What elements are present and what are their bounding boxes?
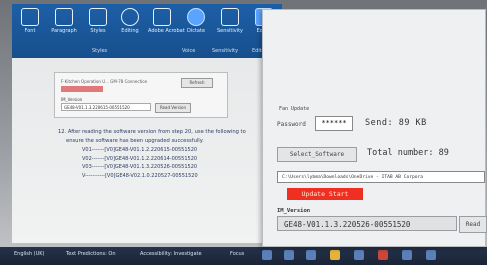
- version-field[interactable]: GE48-V01.1.3.220526-00551520: [277, 216, 457, 231]
- list-item: V01-------[V0]GE48-V01.1.2.220615-005515…: [82, 147, 198, 153]
- group-title: Fan Update: [279, 106, 310, 112]
- file-path-field[interactable]: C:\Users\lybma\Downloads\OneDrive - ITAB…: [277, 171, 485, 183]
- password-field[interactable]: ******: [315, 116, 353, 131]
- embedded-version-field: GE48-V01.1.3.220615-00551520: [61, 103, 151, 111]
- ribbon-group-sensitivity: Sensitivity: [212, 48, 239, 54]
- list-item: V-----------[V0]GE48-V02.1.0.220527-0055…: [82, 172, 198, 179]
- update-start-button[interactable]: Update Start: [287, 188, 363, 200]
- version-list: V01-------[V0]GE48-V01.1.2.220615-005515…: [82, 146, 198, 180]
- taskbar-app-icon[interactable]: [426, 250, 436, 260]
- taskbar-app-icon[interactable]: [284, 250, 294, 260]
- status-focus[interactable]: Focus: [230, 251, 244, 257]
- search-icon: [121, 8, 139, 26]
- font-icon: [21, 8, 39, 26]
- ribbon-font-button[interactable]: Font: [16, 8, 44, 34]
- acrobat-icon: [153, 8, 171, 26]
- taskbar-app-icon[interactable]: [378, 250, 388, 260]
- embedded-read-button: Read Version: [155, 103, 191, 113]
- select-software-button[interactable]: Select_Software: [277, 147, 357, 162]
- taskbar-app-icon[interactable]: [306, 250, 316, 260]
- sensitivity-icon: [221, 8, 239, 26]
- embedded-refresh-button: Refresh: [181, 78, 213, 88]
- list-item: V02-------[V0]GE48-V01.1.2.220614-005515…: [82, 155, 198, 162]
- step-instruction: 12. After reading the software version f…: [58, 129, 246, 144]
- folder-icon[interactable]: [330, 250, 340, 260]
- taskbar-app-icon[interactable]: [402, 250, 412, 260]
- status-text-predictions[interactable]: Text Predictions: On: [66, 251, 116, 257]
- ribbon-group-voice: Voice: [182, 48, 196, 54]
- ribbon-paragraph-button[interactable]: Paragraph: [50, 8, 78, 34]
- embedded-red-button: [61, 86, 103, 92]
- ribbon-acrobat-button[interactable]: Adobe Acrobat: [148, 8, 185, 34]
- taskbar-app-icon[interactable]: [262, 250, 272, 260]
- taskbar-app-icon[interactable]: [354, 250, 364, 260]
- ribbon-sensitivity-button[interactable]: Sensitivity: [216, 8, 244, 34]
- taskbar: English (UK) Text Predictions: On Access…: [0, 247, 487, 265]
- styles-icon: [89, 8, 107, 26]
- version-label: IM_Version: [277, 208, 311, 214]
- read-version-button[interactable]: Read: [459, 216, 487, 233]
- ribbon-styles-button[interactable]: Styles: [84, 8, 112, 34]
- list-item: V03-------[V0]GE48-V01.1.3.220526-005515…: [82, 164, 198, 170]
- paragraph-icon: [55, 8, 73, 26]
- total-number-status: Total number: 89: [367, 148, 449, 158]
- ribbon-dictate-button[interactable]: Dictate: [182, 8, 210, 34]
- status-language[interactable]: English (UK): [14, 251, 44, 257]
- status-accessibility[interactable]: Accessibility: Investigate: [140, 251, 202, 257]
- embedded-screenshot: F-Kitchen Operation U... GM-78 Connectio…: [54, 72, 228, 118]
- ribbon-group-styles: Styles: [92, 48, 108, 54]
- microphone-icon: [187, 8, 205, 26]
- password-label: Password: [277, 121, 306, 128]
- send-status: Send: 89 KB: [365, 118, 427, 128]
- update-tool-window: Fan Update Password ****** Send: 89 KB S…: [262, 9, 487, 247]
- ribbon-editing-button[interactable]: Editing: [116, 8, 144, 34]
- word-ribbon: Font Paragraph Styles Editing Adobe Acro…: [12, 4, 282, 60]
